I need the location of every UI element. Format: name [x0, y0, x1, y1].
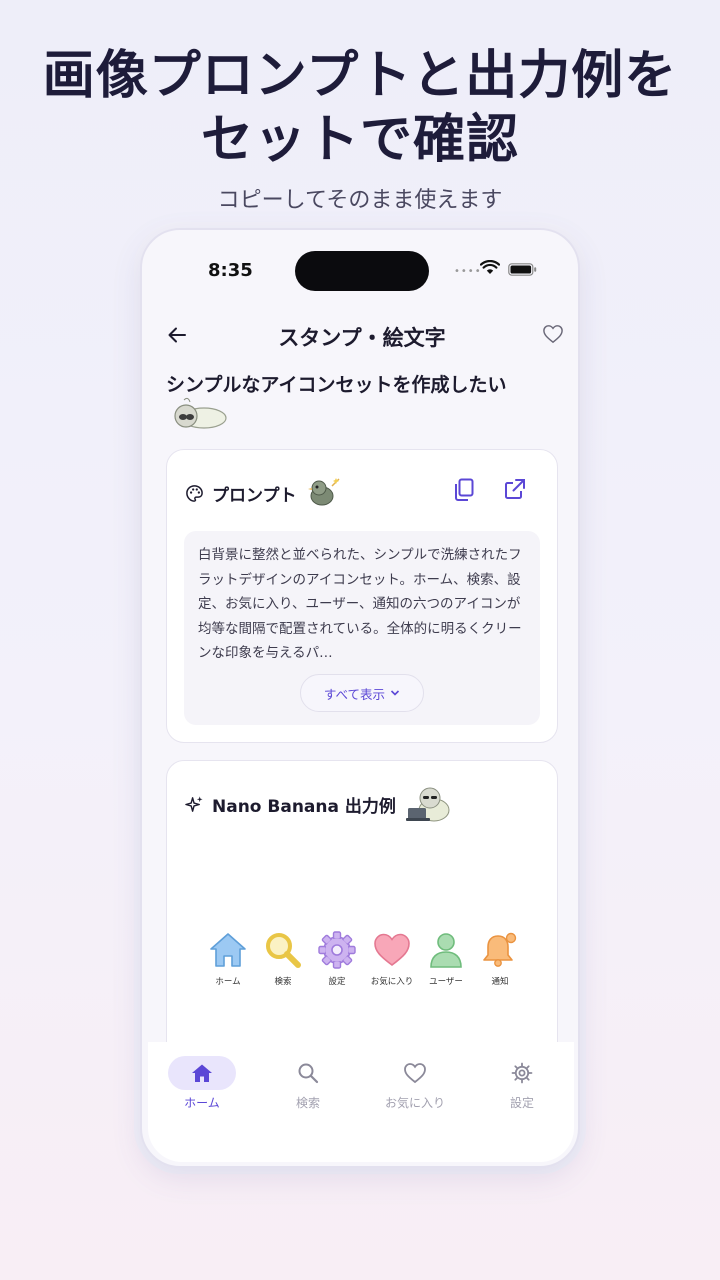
bird-mascot-icon — [307, 478, 340, 506]
tab-favorites-label: お気に入り — [384, 1096, 445, 1110]
gear-icon — [511, 1062, 533, 1084]
tab-search-label: 検索 — [295, 1096, 320, 1110]
dynamic-island — [295, 251, 429, 291]
home-icon — [192, 1064, 212, 1082]
battery-icon — [508, 263, 537, 276]
tab-search-pill — [274, 1056, 342, 1090]
tab-settings-label: 設定 — [509, 1096, 534, 1110]
bottom-tab-bar: ホーム 検索 お気に入り 設定 — [148, 1042, 574, 1162]
promo-subheadline: コピーしてそのまま使えます — [217, 188, 503, 213]
output-icon-notification: 通知 — [473, 931, 527, 987]
page-title: シンプルなアイコンセットを作成したい — [166, 374, 507, 396]
nav-title: スタンプ・絵文字 — [278, 326, 446, 350]
chevron-down-icon — [390, 690, 400, 696]
search-icon — [266, 933, 301, 968]
status-bar: 8:35 •••• — [142, 230, 578, 310]
tab-search[interactable]: 検索 — [260, 1056, 356, 1116]
phone-frame: 8:35 •••• スタンプ・絵文字 シンプルなアイコンセットを作成したい プロ… — [140, 228, 580, 1168]
palette-icon — [186, 484, 203, 502]
favorite-heart-icon[interactable] — [542, 324, 564, 344]
bell-icon — [483, 932, 517, 967]
prompt-label: プロンプト — [212, 485, 297, 506]
show-all-label: すべて表示 — [323, 686, 386, 702]
output-icon-search: 検索 — [256, 931, 310, 987]
heart-icon — [404, 1063, 426, 1084]
icon-label-notification: 通知 — [491, 977, 509, 987]
tab-favorites[interactable]: お気に入り — [367, 1056, 463, 1116]
sparkles-icon — [185, 795, 203, 812]
output-label: Nano Banana 出力例 — [212, 796, 396, 817]
output-icon-home: ホーム — [201, 931, 255, 987]
output-icon-set: ホーム 検索 設定 お気に入り ユーザー 通知 — [201, 931, 531, 1001]
home-icon — [210, 933, 246, 967]
show-all-button[interactable]: すべて表示 — [300, 674, 424, 712]
copy-icon[interactable] — [453, 478, 475, 502]
headline-line-2: セットで確認 — [200, 110, 519, 170]
output-icon-user: ユーザー — [419, 931, 473, 987]
icon-label-user: ユーザー — [429, 977, 463, 987]
gear-icon — [318, 931, 356, 969]
open-external-icon[interactable] — [504, 478, 526, 500]
tab-settings-pill — [488, 1056, 556, 1090]
prompt-text-box: 白背景に整然と並べられた、シンプルで洗練されたフラットデザインのアイコンセット。… — [184, 531, 540, 725]
prompt-text: 白背景に整然と並べられた、シンプルで洗練されたフラットデザインのアイコンセット。… — [198, 547, 522, 661]
prompt-card: プロンプト 白背景に整然と並べられた、シンプルで洗練されたフラットデザインのアイ… — [166, 449, 558, 743]
tab-home-label: ホーム — [184, 1096, 220, 1110]
signal-icon: •••• — [454, 266, 482, 277]
icon-label-search: 検索 — [274, 977, 292, 987]
output-example-card: Nano Banana 出力例 ホーム 検索 設定 お気に入り ユーザー 通知 — [166, 760, 558, 1080]
icon-label-home: ホーム — [215, 977, 241, 987]
top-nav: スタンプ・絵文字 — [142, 318, 578, 354]
tab-home[interactable]: ホーム — [154, 1056, 250, 1116]
output-icon-favorite: お気に入り — [365, 931, 419, 987]
sloth-mascot-sleeping-icon — [174, 397, 227, 429]
status-time: 8:35 — [208, 260, 253, 281]
sloth-laptop-mascot-icon — [405, 787, 450, 822]
search-icon — [298, 1063, 319, 1084]
icon-label-favorite: お気に入り — [370, 977, 414, 987]
wifi-icon — [480, 260, 500, 274]
icon-label-settings: 設定 — [328, 977, 346, 987]
heart-icon — [374, 933, 410, 967]
tab-settings[interactable]: 設定 — [474, 1056, 570, 1116]
prompt-card-header: プロンプト — [185, 478, 343, 506]
output-icon-settings: 設定 — [310, 931, 364, 987]
user-icon — [430, 933, 462, 968]
headline-line-1: 画像プロンプトと出力例を — [42, 46, 678, 106]
output-card-header: Nano Banana 出力例 — [185, 787, 452, 822]
tab-favorites-pill — [381, 1056, 449, 1090]
promo-headline: 画像プロンプトと出力例を セットで確認 — [0, 44, 720, 172]
tab-home-pill — [168, 1056, 236, 1090]
